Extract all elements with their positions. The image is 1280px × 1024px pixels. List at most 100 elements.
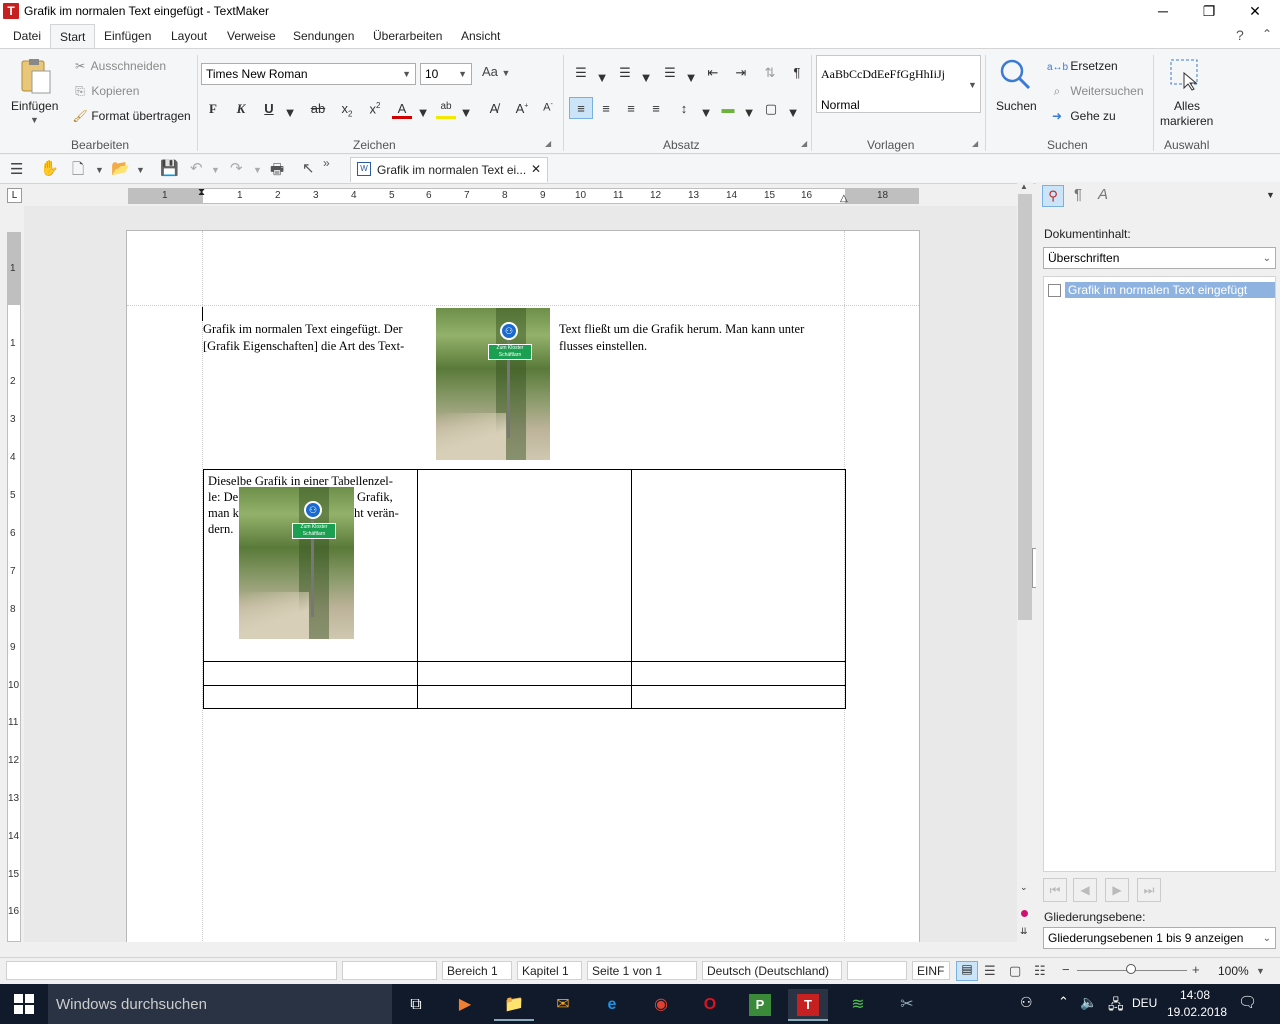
close-button[interactable]: ✕ [1232,0,1278,24]
outline-level-select[interactable]: Gliederungsebenen 1 bis 9 anzeigen ⌄ [1043,927,1276,949]
scroll-up-icon[interactable]: ▲ [1020,182,1028,191]
planmaker-icon[interactable]: ≋ [838,989,878,1021]
status-language[interactable]: Deutsch (Deutschland) [702,961,842,980]
first-heading-button[interactable]: ⏮ [1043,878,1067,902]
table-cell[interactable] [417,469,632,662]
menu-sendungen[interactable]: Sendungen [293,29,354,43]
right-indent-marker[interactable]: △ [840,193,848,204]
people-icon[interactable]: ⚇ [1020,994,1033,1011]
new-dropdown-icon[interactable]: ▼ [95,165,104,175]
menu-einfuegen[interactable]: Einfügen [104,29,151,43]
outlook-icon[interactable]: ✉ [543,989,583,1021]
vertical-scrollbar[interactable]: ▲ ⌄ ⇊ [1017,182,1033,942]
underline-dropdown-icon[interactable]: ▼ [280,105,300,120]
underline-button[interactable]: U [259,101,279,116]
table-photo[interactable]: ⚇ Zum Kloster Schäftlarn [239,487,354,639]
table-cell[interactable]: Dieselbe Grafik in einer Tabellenzel- le… [203,469,418,662]
dialog-launcher-icon[interactable]: ◢ [545,139,551,148]
shading-button[interactable]: ▬ [718,101,738,116]
borders-dropdown-icon[interactable]: ▼ [783,105,803,120]
bold-button[interactable]: F [203,101,223,117]
dialog-launcher-icon[interactable]: ◢ [801,139,807,148]
zoom-in-icon[interactable]: + [1192,962,1200,977]
maximize-button[interactable]: ❐ [1186,0,1232,24]
table[interactable]: Dieselbe Grafik in einer Tabellenzel- le… [203,469,846,709]
highlight-button[interactable]: ab [436,101,456,119]
tab-document[interactable]: W Grafik im normalen Text ei... ✕ [350,157,548,182]
zoom-level[interactable]: 100% [1218,964,1249,978]
search-button[interactable] [998,57,1032,94]
open-dropdown-icon[interactable]: ▼ [136,165,145,175]
shading-dropdown-icon[interactable]: ▼ [739,105,759,120]
new-document-icon[interactable]: 🗋 [72,159,84,184]
font-family-select[interactable]: Times New Roman ▼ [201,63,416,85]
style-gallery-dropdown-icon[interactable]: ▼ [968,80,977,90]
line-spacing-button[interactable]: ↕ [674,101,694,116]
view-normal-icon[interactable]: ▤ [956,961,978,981]
redo-dropdown-icon[interactable]: ▼ [253,165,262,175]
view-master-icon[interactable]: ☷ [1034,963,1046,979]
media-player-icon[interactable]: ▶ [445,989,485,1021]
app-icon[interactable]: T [3,3,19,19]
sidebar-menu-icon[interactable]: ▼ [1266,190,1275,200]
table-cell[interactable] [203,685,418,709]
numbering-button[interactable]: ☰ [615,65,635,81]
redo-icon[interactable]: ↷ [230,159,243,177]
chrome-icon[interactable]: ◉ [641,989,681,1021]
tab-stop-selector[interactable]: L [7,188,22,203]
language-indicator[interactable]: DEU [1132,996,1157,1010]
prev-heading-button[interactable]: ◀ [1073,878,1097,902]
font-color-dropdown-icon[interactable]: ▼ [413,105,433,120]
minimize-button[interactable]: ─ [1140,0,1186,24]
document-area[interactable]: Grafik im normalen Text eingefügt. Der [… [24,206,1017,942]
dialog-launcher-icon[interactable]: ◢ [972,139,978,148]
more-tools-icon[interactable]: » [323,156,330,170]
subscript-button[interactable]: x2 [337,101,357,119]
scrollbar-thumb[interactable] [1018,194,1032,620]
vertical-ruler[interactable]: 1 1 2 3 4 5 6 7 8 9 10 11 12 13 14 15 16 [7,232,21,942]
menu-ansicht[interactable]: Ansicht [461,29,500,43]
table-cell[interactable] [203,661,418,686]
pointer-icon[interactable]: ↖ [302,159,315,177]
align-center-button[interactable]: ≡ [596,101,616,116]
superscript-button[interactable]: x2 [365,101,385,116]
network-icon[interactable]: 🖧 [1108,994,1124,1018]
italic-button[interactable]: K [231,101,251,117]
close-tab-icon[interactable]: ✕ [531,162,541,176]
select-all-label-1[interactable]: Alles [1174,99,1200,113]
collapse-ribbon-icon[interactable]: ⌃ [1262,27,1272,41]
justify-button[interactable]: ≡ [646,101,666,116]
tray-expand-icon[interactable]: ⌃ [1058,994,1069,1010]
status-mode[interactable]: EINF [912,961,950,980]
line-spacing-dropdown-icon[interactable]: ▼ [696,105,716,120]
scroll-down-icon[interactable]: ⌄ [1020,882,1028,893]
copy-button[interactable]: ⎘ Kopieren [72,84,139,99]
increase-indent-button[interactable]: ⇥ [731,65,751,81]
hamburger-menu-icon[interactable]: ☰ [10,160,23,178]
view-outline-icon[interactable]: ☰ [984,963,996,979]
paragraph-styles-icon[interactable]: ¶ [1074,186,1082,203]
inline-photo[interactable]: ⚇ Zum Kloster Schäftlarn [436,308,550,460]
table-cell[interactable] [631,469,846,662]
decrease-indent-button[interactable]: ⇤ [703,65,723,81]
horizontal-scrollbar[interactable] [0,942,1017,957]
bullets-dropdown-icon[interactable]: ▼ [592,70,612,85]
print-icon[interactable]: 🖶 [270,159,284,184]
search-label[interactable]: Suchen [996,99,1037,113]
last-heading-button[interactable]: ⏭ [1137,878,1161,902]
format-painter-button[interactable]: 🖌 Format übertragen [72,109,190,123]
pilcrow-icon[interactable]: ¶ [787,65,807,80]
opera-icon[interactable]: O [690,989,730,1021]
paste-label[interactable]: Einfügen [11,99,58,113]
table-cell[interactable] [417,661,632,686]
paragraph-line[interactable]: flusses einstellen. [559,338,647,355]
paste-dropdown-icon[interactable]: ▼ [30,115,39,125]
help-icon[interactable]: ? [1236,27,1244,43]
save-icon[interactable]: 💾 [160,159,179,177]
hand-tool-icon[interactable]: ✋ [40,159,59,177]
browse-object-icon[interactable] [1021,910,1028,917]
zoom-dropdown-icon[interactable]: ▼ [1256,966,1265,976]
presentations-icon[interactable]: P [740,989,780,1021]
font-size-select[interactable]: 10 ▼ [420,63,472,85]
replace-button[interactable]: a↔b Ersetzen [1047,59,1118,73]
